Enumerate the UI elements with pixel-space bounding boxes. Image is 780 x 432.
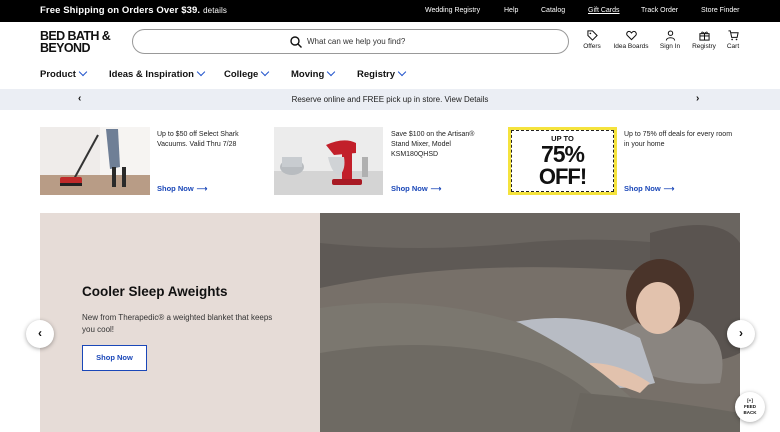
nav-registry[interactable]: Registry bbox=[357, 67, 407, 80]
logo-line-2: BEYOND bbox=[40, 41, 90, 55]
cart-icon bbox=[727, 30, 739, 41]
chevron-down-icon bbox=[397, 67, 407, 77]
wedding-registry-link[interactable]: Wedding Registry bbox=[425, 7, 480, 14]
search-bar[interactable]: What can we help you find? bbox=[132, 29, 569, 54]
chevron-down-icon bbox=[261, 67, 270, 77]
tile-2-text: Save $100 on the Artisan® Stand Mixer, M… bbox=[391, 131, 475, 158]
nav-product[interactable]: Product bbox=[40, 67, 88, 80]
hero-subtitle: New from Therapedic® a weighted blanket … bbox=[82, 313, 273, 334]
feedback-button[interactable]: [+] FEED BACK bbox=[735, 392, 765, 422]
seventy-five-off-badge[interactable]: UP TO 75% OFF! bbox=[508, 127, 617, 195]
shark-vacuum-image[interactable] bbox=[40, 127, 150, 195]
top-promo-bar: Free Shipping on Orders Over $39. details… bbox=[0, 0, 780, 22]
search-icon bbox=[290, 36, 302, 48]
idea-boards-button[interactable]: Idea Boards bbox=[609, 30, 653, 50]
chevron-down-icon bbox=[78, 67, 88, 77]
chevron-down-icon bbox=[196, 67, 206, 77]
nav-moving[interactable]: Moving bbox=[291, 67, 336, 80]
carousel-next-button[interactable]: › bbox=[727, 320, 755, 348]
sleeping-woman-photo bbox=[320, 213, 740, 432]
nav-ideas-inspiration[interactable]: Ideas & Inspiration bbox=[109, 67, 206, 80]
badge-off: OFF! bbox=[538, 164, 587, 189]
tag-icon bbox=[586, 30, 598, 41]
nav-college[interactable]: College bbox=[224, 67, 270, 80]
tile-1-text: Up to $50 off Select Shark Vacuums. Vali… bbox=[157, 131, 239, 148]
vacuum-photo bbox=[40, 127, 150, 195]
chevron-right-icon[interactable]: › bbox=[696, 93, 699, 104]
arrow-right-icon: ⟶ bbox=[430, 184, 442, 193]
catalog-link[interactable]: Catalog bbox=[541, 7, 565, 14]
tile-3-shop-now-link[interactable]: Shop Now ⟶ bbox=[624, 184, 674, 193]
tile-2-shop-now-link[interactable]: Shop Now ⟶ bbox=[391, 184, 441, 193]
badge-percent: 75% bbox=[540, 141, 585, 167]
stand-mixer-image[interactable] bbox=[274, 127, 383, 195]
hero-shop-now-button[interactable]: Shop Now bbox=[82, 345, 147, 371]
chevron-down-icon bbox=[327, 67, 336, 77]
details-link[interactable]: details bbox=[203, 6, 227, 15]
heart-icon bbox=[625, 30, 637, 41]
offers-button[interactable]: Offers bbox=[570, 30, 614, 50]
mixer-photo bbox=[274, 127, 383, 195]
carousel-prev-button[interactable]: ‹ bbox=[26, 320, 54, 348]
help-link[interactable]: Help bbox=[504, 7, 518, 14]
search-placeholder: What can we help you find? bbox=[307, 37, 406, 46]
badge-inner: UP TO 75% OFF! bbox=[511, 130, 614, 192]
hero-text-panel: Cooler Sleep Aweights New from Therapedi… bbox=[40, 213, 320, 432]
tile-3-text: Up to 75% off deals for every room in yo… bbox=[624, 131, 733, 148]
arrow-right-icon: ⟶ bbox=[196, 184, 208, 193]
cart-button[interactable]: Cart bbox=[711, 30, 755, 50]
user-icon bbox=[665, 30, 675, 41]
store-finder-link[interactable]: Store Finder bbox=[701, 7, 740, 14]
hero-banner: Cooler Sleep Aweights New from Therapedi… bbox=[40, 213, 740, 432]
hero-image[interactable] bbox=[320, 213, 740, 432]
tile-1-shop-now-link[interactable]: Shop Now ⟶ bbox=[157, 184, 207, 193]
arrow-right-icon: ⟶ bbox=[663, 184, 675, 193]
brand-logo[interactable]: BED BATH & BEYOND bbox=[40, 30, 120, 55]
gift-cards-link[interactable]: Gift Cards bbox=[588, 7, 620, 14]
chevron-right-icon: › bbox=[739, 326, 743, 340]
announcement-text[interactable]: Reserve online and FREE pick up in store… bbox=[0, 95, 780, 104]
main-nav: Product Ideas & Inspiration College Movi… bbox=[0, 66, 780, 88]
gift-icon bbox=[698, 31, 710, 41]
chevron-left-icon: ‹ bbox=[38, 326, 42, 340]
hero-title: Cooler Sleep Aweights bbox=[82, 284, 228, 299]
free-shipping-promo[interactable]: Free Shipping on Orders Over $39. details bbox=[40, 5, 227, 16]
track-order-link[interactable]: Track Order bbox=[641, 7, 678, 14]
announcement-band: ‹ Reserve online and FREE pick up in sto… bbox=[0, 89, 780, 110]
